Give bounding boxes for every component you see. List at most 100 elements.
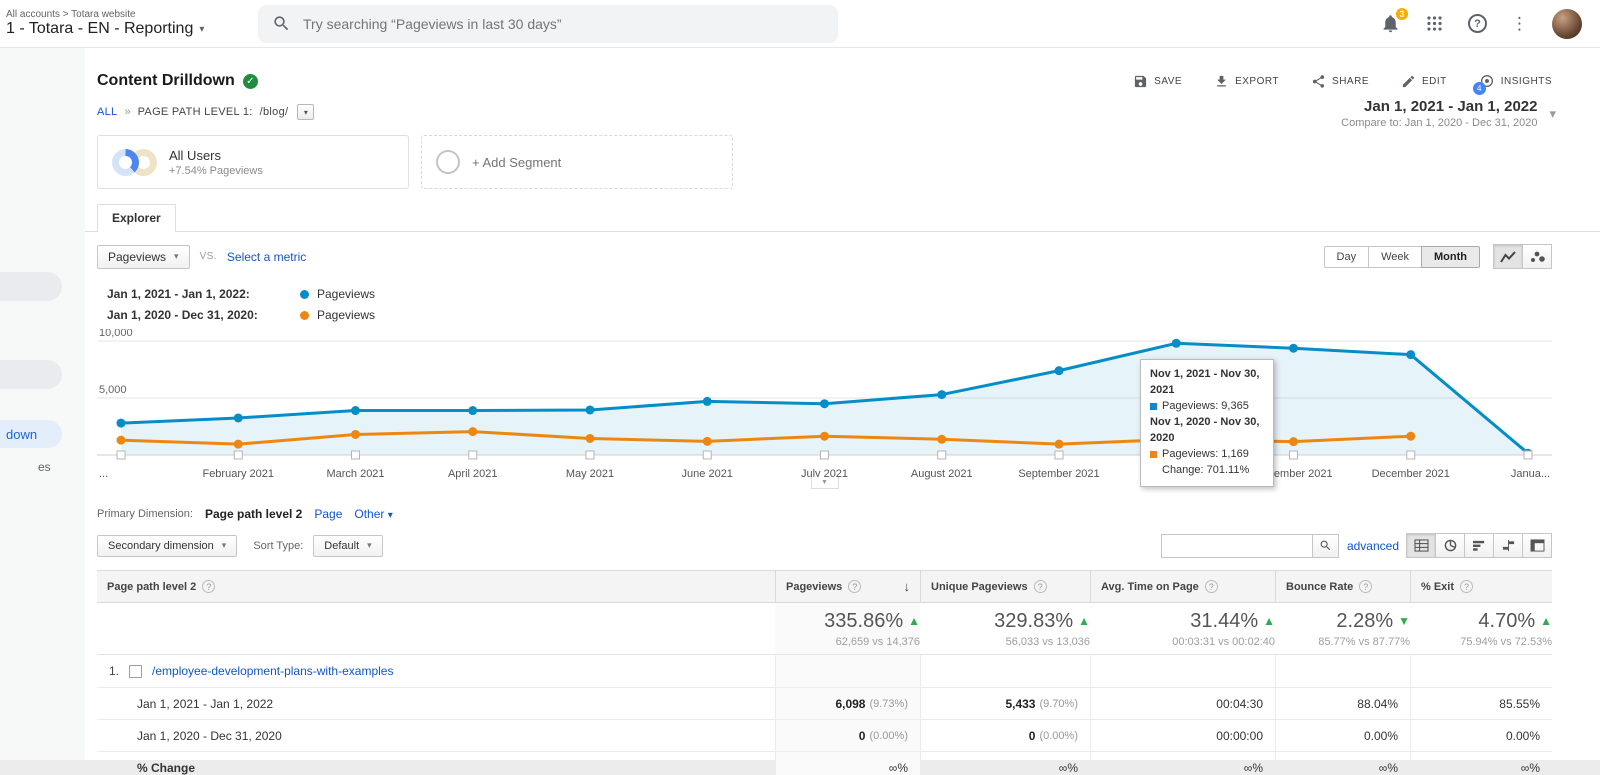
timeseries-chart[interactable]: 5,000 10,000... February 2021 March 2021 Apr… — [97, 329, 1552, 491]
tooltip-change: Change: 701.11% — [1162, 463, 1250, 476]
insights-button[interactable]: 4 INSIGHTS — [1472, 73, 1552, 95]
table-search-input[interactable] — [1160, 533, 1313, 558]
report-actions: SAVE EXPORT SHARE EDIT 4 INSIGHTS — [1133, 73, 1552, 95]
column-header-label: Unique Pageviews — [931, 580, 1028, 593]
cell-value: 00:04:30 — [1216, 696, 1263, 711]
sort-type-dropdown[interactable]: Default ▾ — [313, 534, 383, 557]
sort-descending-icon: ↓ — [903, 579, 911, 594]
row-checkbox[interactable] — [129, 664, 143, 678]
view-table-button[interactable] — [1406, 533, 1436, 558]
notifications-badge: 3 — [1394, 6, 1410, 22]
help-icon[interactable]: ? — [1204, 580, 1218, 593]
trend-arrow-icon: ▲ — [1263, 614, 1275, 628]
nav-item-truncated-1[interactable] — [0, 272, 62, 301]
summary-comparison: 56,033 vs 13,036 — [1005, 635, 1090, 648]
comparison-view-icon — [1502, 539, 1514, 552]
table-search-button[interactable] — [1311, 533, 1339, 558]
annotations-toggle[interactable]: ▼ — [810, 477, 839, 489]
property-selector[interactable]: 1 - Totara - EN - Reporting ▾ — [6, 20, 258, 38]
dimension-page-path-level-2[interactable]: Page path level 2 — [205, 507, 302, 521]
notifications-button[interactable]: 3 — [1380, 6, 1410, 34]
date-compare-value: Compare to: Jan 1, 2020 - Dec 31, 2020 — [1341, 117, 1538, 129]
dimension-page-link[interactable]: Page — [314, 507, 342, 521]
cell-pageviews: 6,098 (9.73%) — [775, 688, 920, 719]
search-input[interactable] — [303, 15, 824, 32]
column-header-bounce-rate[interactable]: Bounce Rate ? — [1275, 571, 1410, 602]
chevron-down-icon: ▾ — [174, 251, 179, 261]
segment-title: All Users — [169, 147, 222, 163]
view-percentage-button[interactable] — [1435, 533, 1465, 558]
date-range-picker[interactable]: Jan 1, 2021 - Jan 1, 2022 Compare to: Ja… — [1341, 98, 1556, 129]
secondary-dimension-dropdown[interactable]: Secondary dimension ▾ — [97, 534, 238, 557]
view-pivot-button[interactable] — [1522, 533, 1552, 558]
breadcrumb-all-link[interactable]: ALL — [97, 106, 117, 118]
svg-text:March 2021: March 2021 — [326, 468, 384, 480]
avatar[interactable] — [1552, 8, 1582, 39]
advanced-search-link[interactable]: advanced — [1347, 539, 1399, 553]
add-segment-button[interactable]: + Add Segment — [421, 135, 733, 189]
top-app-bar: All accounts > Totara website 1 - Totara… — [0, 0, 1600, 48]
save-button[interactable]: SAVE — [1133, 74, 1182, 89]
help-icon[interactable]: ? — [1033, 580, 1047, 593]
dimension-other-dropdown[interactable]: Other ▾ — [354, 507, 392, 521]
account-breadcrumb[interactable]: All accounts > Totara website — [6, 9, 258, 20]
table-row-period-current: Jan 1, 2021 - Jan 1, 2022 6,098 (9.73%) … — [97, 688, 1552, 720]
column-header-label: Pageviews — [786, 580, 843, 593]
row-dimension-cell: 1. /employee-development-plans-with-exam… — [97, 655, 775, 687]
nav-item-truncated-2[interactable] — [0, 360, 62, 389]
view-comparison-button[interactable] — [1493, 533, 1523, 558]
column-header-unique-pageviews[interactable]: Unique Pageviews ? — [920, 571, 1090, 602]
apps-grid-button[interactable] — [1425, 14, 1444, 33]
svg-text:December 2021: December 2021 — [1372, 468, 1450, 480]
series-b-square-icon — [1150, 451, 1157, 459]
nav-item-content-drilldown[interactable]: down — [0, 420, 62, 448]
cell-percent: (0.00%) — [869, 729, 908, 742]
more-menu-button[interactable]: ⋮ — [1511, 15, 1528, 32]
tooltip-value-a: Pageviews: 9,365 — [1162, 399, 1249, 412]
column-header-exit[interactable]: % Exit ? — [1410, 571, 1552, 602]
tab-explorer[interactable]: Explorer — [97, 204, 176, 232]
empty-cell — [1410, 655, 1552, 687]
secondary-dimension-label: Secondary dimension — [108, 539, 214, 552]
tooltip-period-b: Nov 1, 2020 - Nov 30, 2020 — [1150, 415, 1260, 444]
summary-pct: 2.28% — [1336, 609, 1394, 632]
view-performance-button[interactable] — [1464, 533, 1494, 558]
help-icon[interactable]: ? — [1460, 580, 1474, 593]
report-tabs: Explorer — [85, 203, 1600, 232]
column-header-avg-time[interactable]: Avg. Time on Page ? — [1090, 571, 1275, 602]
nav-item-truncated-3[interactable]: es — [38, 460, 51, 474]
metric-selector-value: Pageviews — [108, 249, 167, 264]
select-metric-link[interactable]: Select a metric — [227, 250, 306, 264]
page-path-link[interactable]: /employee-development-plans-with-example… — [152, 664, 393, 678]
granularity-month-button[interactable]: Month — [1421, 245, 1480, 268]
help-icon[interactable]: ? — [202, 580, 216, 593]
line-chart-toggle[interactable] — [1493, 244, 1523, 269]
summary-pct: 31.44% — [1190, 609, 1259, 632]
search-icon — [1320, 540, 1331, 551]
help-button[interactable]: ? — [1468, 14, 1487, 33]
help-icon[interactable]: ? — [848, 580, 862, 593]
edit-button[interactable]: EDIT — [1401, 74, 1447, 89]
cell-pageviews: ∞% — [775, 752, 920, 775]
granularity-week-button[interactable]: Week — [1368, 245, 1423, 268]
column-header-pageviews[interactable]: Pageviews ? ↓ — [775, 571, 920, 602]
segment-all-users[interactable]: All Users +7.54% Pageviews — [97, 135, 409, 189]
edit-label: EDIT — [1421, 75, 1447, 87]
series-a-dot-icon — [300, 289, 309, 299]
cell-unique-pageviews: 5,433 (9.70%) — [920, 688, 1090, 719]
share-button[interactable]: SHARE — [1311, 74, 1369, 89]
search-bar[interactable] — [258, 4, 838, 43]
metric-selector-dropdown[interactable]: Pageviews ▾ — [97, 244, 190, 269]
page-title: Content Drilldown — [97, 72, 235, 89]
granularity-day-button[interactable]: Day — [1323, 245, 1370, 268]
download-icon — [1217, 75, 1226, 86]
cell-value: 0 — [1028, 728, 1036, 743]
motion-chart-toggle[interactable] — [1522, 244, 1552, 269]
column-header-dimension[interactable]: Page path level 2 ? — [97, 571, 775, 602]
export-button[interactable]: EXPORT — [1214, 74, 1279, 89]
table-row: 1. /employee-development-plans-with-exam… — [97, 655, 1552, 688]
help-icon: ? — [1468, 14, 1487, 33]
breadcrumb-dropdown-button[interactable]: ▾ — [297, 104, 315, 120]
svg-text:...: ... — [99, 468, 108, 480]
help-icon[interactable]: ? — [1359, 580, 1373, 593]
